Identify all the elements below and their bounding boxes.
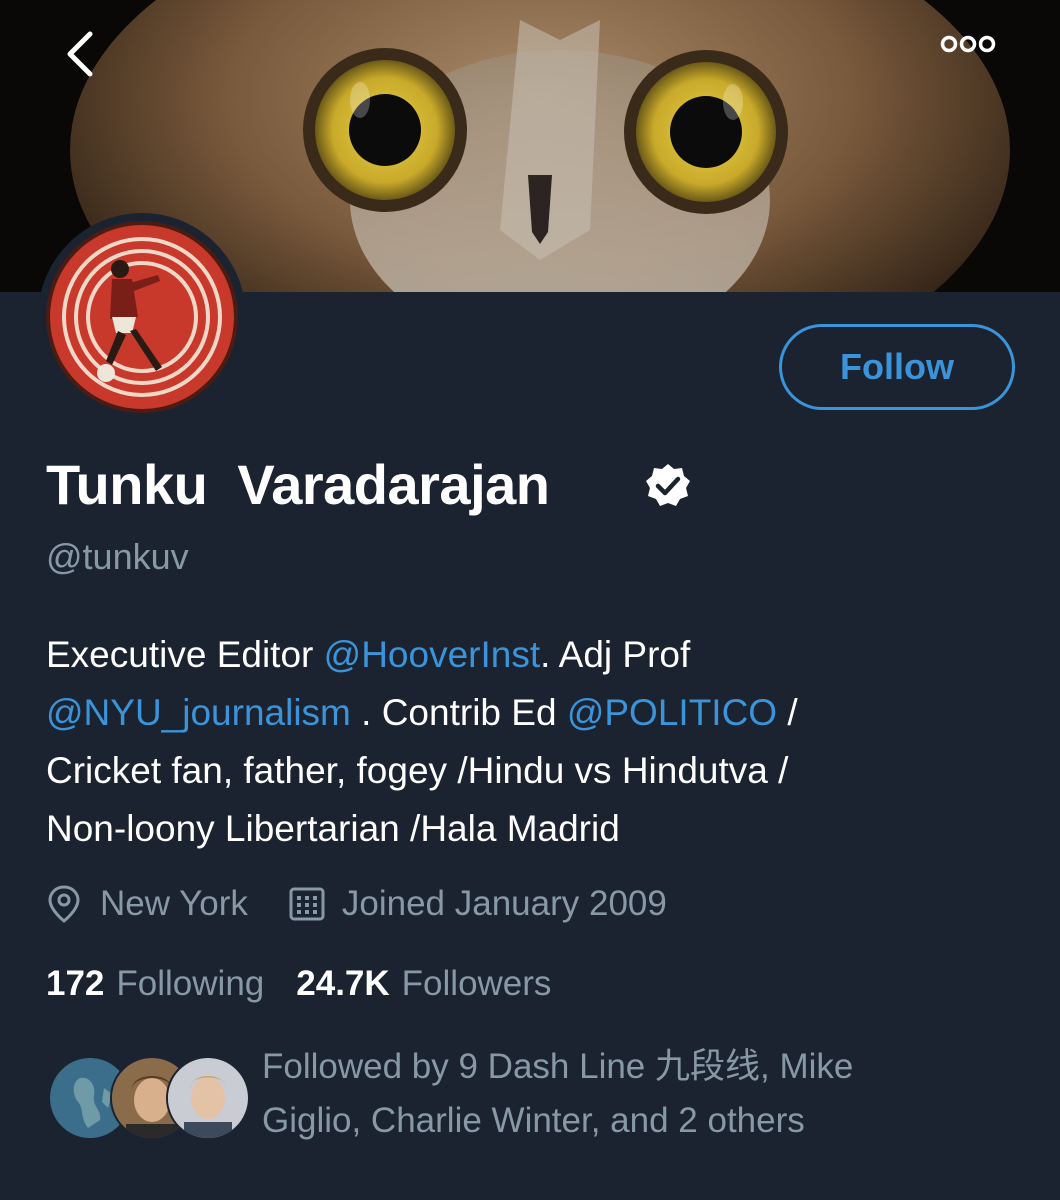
profile-meta: New York Joined January 2009 bbox=[46, 876, 667, 932]
display-name: Tunku Varadarajan bbox=[46, 453, 550, 516]
followers-link[interactable]: 24.7K Followers bbox=[296, 964, 551, 1004]
bio-line: Non-loony Libertarian /Hala Madrid bbox=[46, 808, 620, 849]
following-label: Following bbox=[116, 964, 265, 1003]
bio-text: Executive Editor bbox=[46, 634, 324, 675]
followed-by-text[interactable]: Followed by 9 Dash Line 九段线, Mike Giglio… bbox=[262, 1040, 962, 1148]
profile-bio: Executive Editor @HooverInst. Adj Prof @… bbox=[46, 626, 1026, 858]
avatar bbox=[166, 1056, 250, 1140]
followed-by-line: Giglio, Charlie Winter, and 2 others bbox=[262, 1101, 805, 1140]
bio-text: . Contrib Ed bbox=[350, 692, 567, 733]
followed-by-line: Followed by 9 Dash Line 九段线, Mike bbox=[262, 1047, 854, 1086]
bio-text: / bbox=[777, 692, 798, 733]
bio-line: Executive Editor @HooverInst. Adj Prof bbox=[46, 626, 1026, 684]
more-button[interactable] bbox=[940, 34, 1016, 74]
follow-button-label: Follow bbox=[840, 346, 954, 387]
profile-handle: @tunkuv bbox=[46, 536, 189, 577]
avatar-image bbox=[46, 221, 238, 413]
calendar-icon bbox=[288, 884, 328, 924]
following-link[interactable]: 172 Following bbox=[46, 964, 264, 1004]
back-button[interactable] bbox=[62, 30, 122, 86]
location-text: New York bbox=[100, 884, 248, 923]
chevron-left-icon bbox=[67, 31, 93, 77]
follow-button[interactable]: Follow bbox=[779, 324, 1015, 410]
followers-you-know-facepile[interactable] bbox=[48, 1056, 250, 1140]
bio-text: . Adj Prof bbox=[540, 634, 691, 675]
bio-line: Cricket fan, father, fogey /Hindu vs Hin… bbox=[46, 750, 789, 791]
profile-avatar[interactable] bbox=[38, 213, 246, 421]
mention-link[interactable]: @POLITICO bbox=[567, 692, 777, 733]
followers-label: Followers bbox=[401, 964, 552, 1003]
mention-link[interactable]: @HooverInst bbox=[324, 634, 540, 675]
location-pin-icon bbox=[46, 884, 86, 924]
more-horizontal-icon bbox=[940, 35, 996, 53]
profile-stats: 172 Following 24.7K Followers bbox=[46, 958, 551, 1010]
bio-line: @NYU_journalism . Contrib Ed @POLITICO / bbox=[46, 684, 1026, 742]
following-count: 172 bbox=[46, 964, 105, 1003]
verified-badge-icon bbox=[646, 464, 690, 506]
mention-link[interactable]: @NYU_journalism bbox=[46, 692, 351, 733]
joined-date: Joined January 2009 bbox=[341, 884, 667, 923]
followers-count: 24.7K bbox=[296, 964, 390, 1003]
